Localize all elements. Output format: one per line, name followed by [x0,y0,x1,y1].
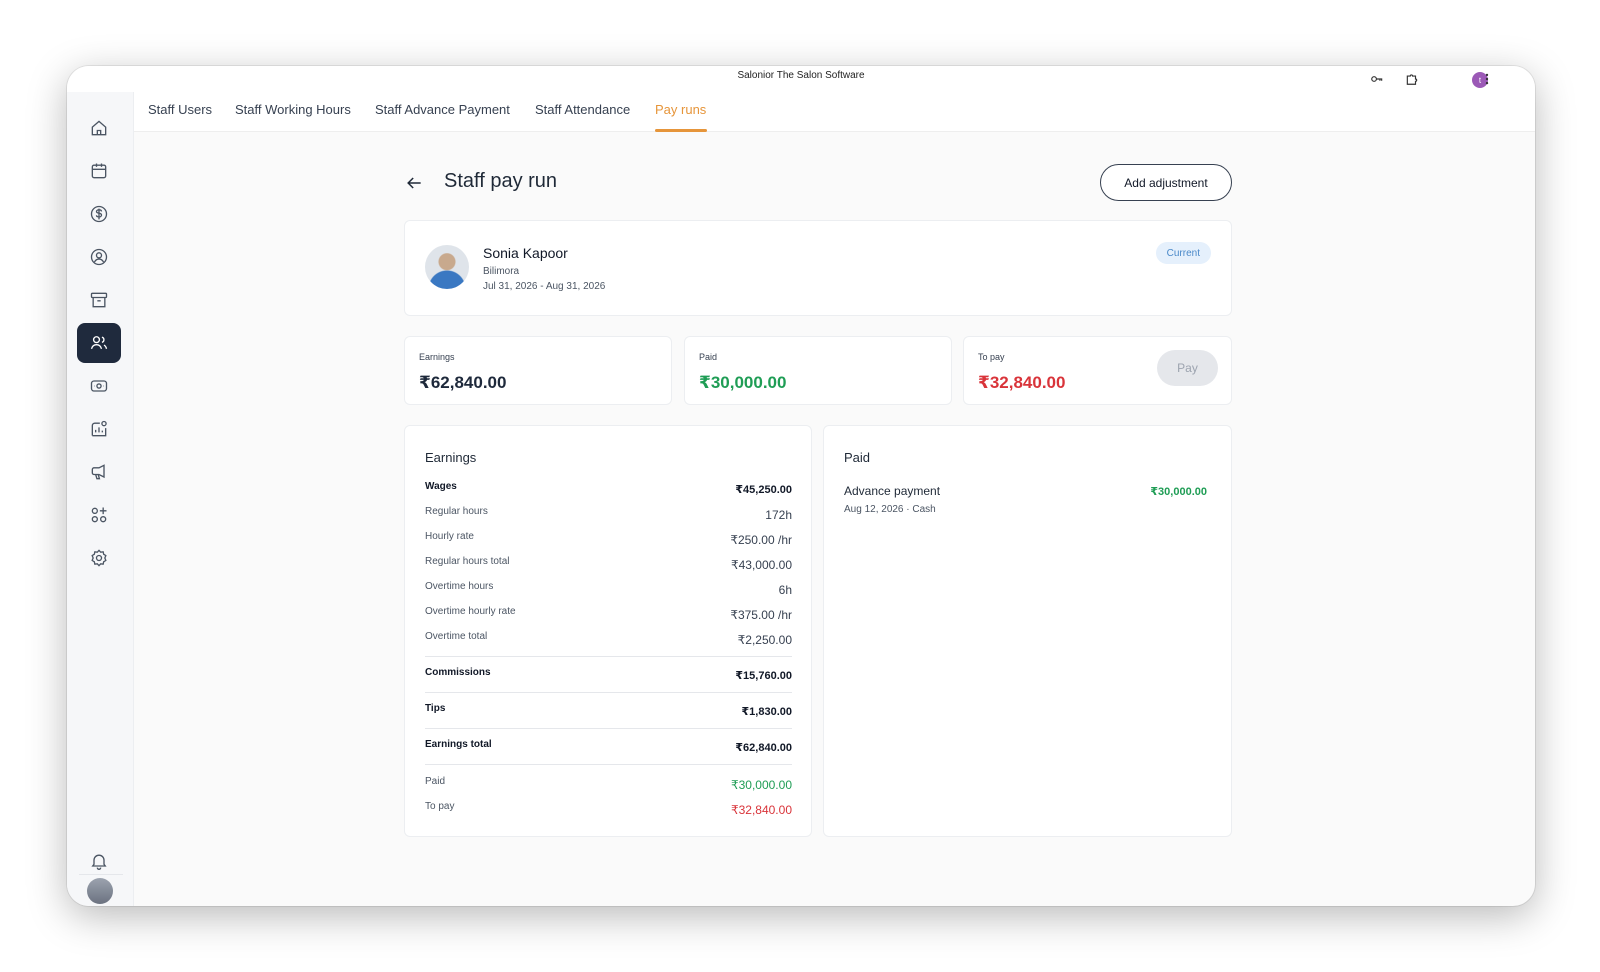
settings-icon[interactable] [77,538,121,578]
status-badge: Current [1155,242,1211,264]
to-pay-stat-card: To pay ₹32,840.00 Pay [963,336,1232,405]
paid-row: Paid ₹30,000.00 [425,776,792,792]
user-circle-icon[interactable] [77,237,121,277]
to-pay-value: ₹32,840.00 [730,803,792,817]
advance-payment-title: Advance payment [844,484,941,498]
staff-photo [425,245,469,289]
staff-profile-card: Sonia Kapoor Bilimora Jul 31, 2026 - Aug… [404,220,1232,316]
apps-icon[interactable] [77,495,121,535]
sidebar [67,92,134,906]
overtime-hours-row: Overtime hours 6h [425,581,792,597]
overtime-total-row: Overtime total ₹2,250.00 [425,631,792,647]
earnings-stat-label: Earnings [419,352,455,362]
to-pay-label: To pay [425,801,455,812]
overtime-total-label: Overtime total [425,631,488,642]
earnings-stat-card: Earnings ₹62,840.00 [404,336,672,405]
paid-value: ₹30,000.00 [730,778,792,792]
page-title: Staff pay run [444,170,558,192]
earnings-total-value: ₹62,840.00 [735,742,792,754]
staff-location: Bilimora [483,266,520,277]
tab-staff-working-hours[interactable]: Staff Working Hours [235,102,351,117]
tips-value: ₹1,830.00 [741,706,792,718]
home-icon[interactable] [77,108,121,148]
tips-label: Tips [425,703,446,714]
title-bar: Salonior The Salon Software t [67,66,1535,92]
avatar[interactable] [87,878,113,904]
cash-icon[interactable] [77,366,121,406]
window-title: Salonior The Salon Software [737,70,865,81]
paid-label: Paid [425,776,446,787]
regular-hours-value: 172h [765,508,792,522]
paid-stat-value: ₹30,000.00 [699,373,787,392]
earnings-stat-value: ₹62,840.00 [419,373,507,392]
divider [425,656,792,657]
regular-total-value: ₹43,000.00 [730,558,792,572]
paid-breakdown-card: Paid Advance payment Aug 12, 2026 · Cash… [823,425,1232,837]
tab-staff-attendance[interactable]: Staff Attendance [535,102,630,117]
key-icon[interactable] [1368,70,1386,88]
advance-payment-amount: ₹30,000.00 [1150,486,1207,498]
to-pay-stat-label: To pay [978,352,1005,362]
divider [425,764,792,765]
wages-value: ₹45,250.00 [735,484,792,496]
overtime-total-value: ₹2,250.00 [737,633,792,647]
overtime-hours-value: 6h [778,583,792,597]
wages-row: Wages ₹45,250.00 [425,481,792,497]
page-header: Staff pay run Add adjustment [404,164,1232,204]
regular-hours-row: Regular hours 172h [425,506,792,522]
to-pay-row: To pay ₹32,840.00 [425,801,792,817]
dollar-icon[interactable] [77,194,121,234]
tab-pay-runs[interactable]: Pay runs [655,102,706,117]
tips-row: Tips ₹1,830.00 [425,703,792,719]
pay-button[interactable]: Pay [1157,350,1218,386]
pay-period: Jul 31, 2026 - Aug 31, 2026 [483,281,606,292]
megaphone-icon[interactable] [77,452,121,492]
add-adjustment-button[interactable]: Add adjustment [1100,164,1232,201]
hourly-rate-label: Hourly rate [425,531,474,542]
commissions-row: Commissions ₹15,760.00 [425,667,792,683]
users-icon[interactable] [77,323,121,363]
calendar-icon[interactable] [77,151,121,191]
paid-section-title: Paid [844,450,871,465]
wages-label: Wages [425,481,457,492]
paid-stat-card: Paid ₹30,000.00 [684,336,952,405]
earnings-breakdown-card: Earnings Wages ₹45,250.00 Regular hours … [404,425,812,837]
earnings-section-title: Earnings [425,450,477,465]
tab-staff-advance-payment[interactable]: Staff Advance Payment [375,102,510,117]
extensions-icon[interactable] [1403,70,1421,88]
more-vertical-icon[interactable] [1478,70,1496,88]
staff-name: Sonia Kapoor [483,245,568,261]
commissions-value: ₹15,760.00 [735,670,792,682]
analytics-icon[interactable] [77,409,121,449]
app-window: Salonior The Salon Software t Staff User… [67,66,1535,906]
overtime-rate-value: ₹375.00 /hr [730,608,792,622]
commissions-label: Commissions [425,667,491,678]
divider [425,692,792,693]
overtime-rate-row: Overtime hourly rate ₹375.00 /hr [425,606,792,622]
to-pay-stat-value: ₹32,840.00 [978,373,1066,392]
tab-bar: Staff Users Staff Working Hours Staff Ad… [134,92,1535,132]
hourly-rate-row: Hourly rate ₹250.00 /hr [425,531,792,547]
archive-icon[interactable] [77,280,121,320]
bell-icon[interactable] [77,841,121,881]
active-tab-indicator [655,129,707,132]
divider [425,728,792,729]
tab-staff-users[interactable]: Staff Users [148,102,212,117]
regular-total-label: Regular hours total [425,556,510,567]
earnings-total-label: Earnings total [425,739,492,750]
regular-total-row: Regular hours total ₹43,000.00 [425,556,792,572]
overtime-rate-label: Overtime hourly rate [425,606,516,617]
hourly-rate-value: ₹250.00 /hr [730,533,792,547]
paid-stat-label: Paid [699,352,718,362]
overtime-hours-label: Overtime hours [425,581,494,592]
regular-hours-label: Regular hours [425,506,488,517]
advance-payment-subtitle: Aug 12, 2026 · Cash [844,504,936,515]
earnings-total-row: Earnings total ₹62,840.00 [425,739,792,755]
back-arrow-icon[interactable] [404,173,424,193]
